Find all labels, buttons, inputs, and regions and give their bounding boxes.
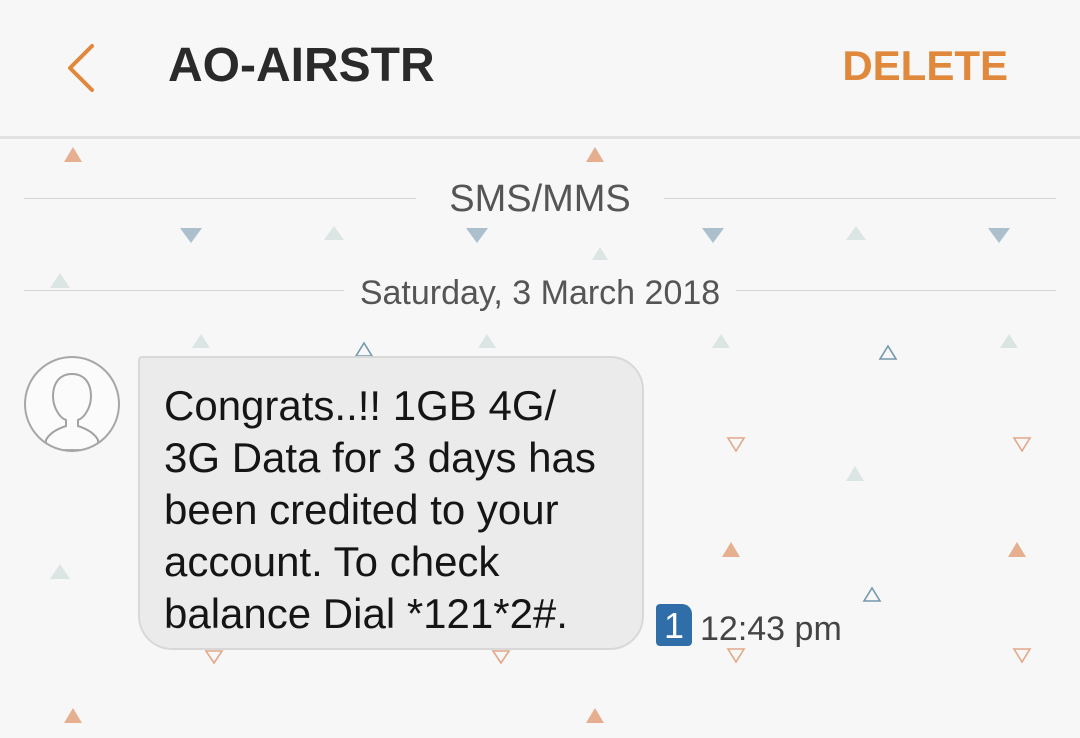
app-header: AO-AIRSTR DELETE [0, 0, 1080, 139]
contact-avatar-icon [45, 372, 99, 450]
message-bubble[interactable]: Congrats..!! 1GB 4G/ 3G Data for 3 days … [138, 356, 644, 650]
delete-button[interactable]: DELETE [842, 42, 1008, 90]
sim-card-icon: 1 [656, 604, 692, 646]
conversation-title: AO-AIRSTR [168, 39, 435, 92]
date-separator: Saturday, 3 March 2018 [359, 274, 721, 312]
message-text: Congrats..!! 1GB 4G/ 3G Data for 3 days … [164, 382, 596, 637]
message-type-label: SMS/MMS [449, 178, 631, 220]
back-button[interactable] [58, 40, 108, 96]
chevron-left-icon [68, 44, 94, 92]
message-time: 12:43 pm [700, 610, 842, 648]
contact-avatar[interactable] [24, 356, 120, 452]
